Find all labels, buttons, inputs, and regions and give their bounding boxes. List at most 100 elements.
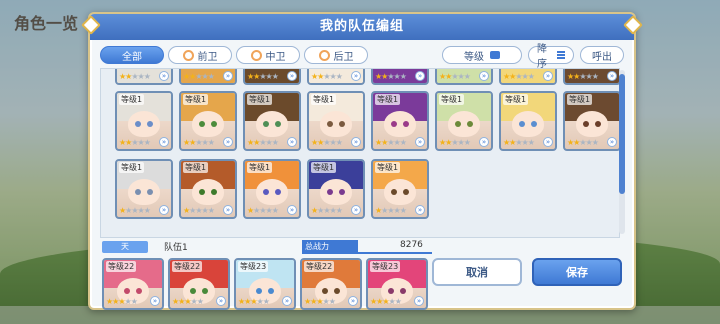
star-rating: ★★★★★ bbox=[106, 297, 138, 306]
eye bbox=[388, 288, 394, 294]
character-card[interactable]: 等级1 ★★★★★ » bbox=[115, 91, 173, 151]
modal-title: 我的队伍编组 bbox=[319, 19, 404, 34]
middle-position-icon bbox=[250, 49, 262, 61]
rank-up-arrow-icon: » bbox=[159, 205, 169, 215]
team-member-card[interactable]: 等级22 ★★★★★ » bbox=[300, 258, 362, 310]
save-button[interactable]: 保存 bbox=[532, 258, 622, 286]
character-level: 等级1 bbox=[503, 94, 529, 105]
character-card[interactable]: 等级1 ★★★★★ » bbox=[563, 91, 619, 151]
character-level: 等级1 bbox=[183, 162, 209, 173]
character-level: 等级1 bbox=[247, 94, 273, 105]
star-rating: ★★★★★ bbox=[247, 206, 279, 215]
team-member-card[interactable]: 等级22 ★★★★★ » bbox=[102, 258, 164, 310]
star-rating: ★★★★★ bbox=[567, 72, 599, 81]
team-formation-modal: 我的队伍编组 全部 前卫 中卫 后卫 等级 降序 呼出 ★★★★★ » ★★★★… bbox=[81, 12, 643, 310]
sort-type-icon bbox=[490, 51, 500, 59]
eye bbox=[519, 121, 525, 127]
eye bbox=[391, 189, 397, 195]
call-out-button[interactable]: 呼出 bbox=[580, 46, 624, 64]
character-card[interactable]: 等级1 ★★★★★ » bbox=[179, 91, 237, 151]
team-tag: 天 bbox=[102, 241, 148, 253]
eye bbox=[595, 121, 601, 127]
sort-by-button[interactable]: 等级 bbox=[442, 46, 522, 64]
eye bbox=[147, 121, 153, 127]
rank-up-arrow-icon: » bbox=[159, 137, 169, 147]
character-face bbox=[128, 111, 160, 137]
star-rating: ★★★★★ bbox=[503, 72, 535, 81]
character-card-partial[interactable]: ★★★★★ » bbox=[243, 69, 301, 85]
character-card[interactable]: 等级1 ★★★★★ » bbox=[371, 159, 429, 219]
character-card[interactable]: 等级1 ★★★★★ » bbox=[243, 91, 301, 151]
tab-middle[interactable]: 中卫 bbox=[236, 46, 300, 64]
character-level: 等级1 bbox=[247, 162, 273, 173]
character-card[interactable]: 等级1 ★★★★★ » bbox=[307, 91, 365, 151]
team-member-card[interactable]: 等级23 ★★★★★ » bbox=[234, 258, 296, 310]
star-rating: ★★★★★ bbox=[183, 138, 215, 147]
eye bbox=[583, 121, 589, 127]
eye bbox=[339, 121, 345, 127]
rank-up-arrow-icon: » bbox=[287, 71, 297, 81]
character-card[interactable]: 等级1 ★★★★★ » bbox=[243, 159, 301, 219]
eye bbox=[403, 121, 409, 127]
star-rating: ★★★★★ bbox=[304, 297, 336, 306]
character-card-partial[interactable]: ★★★★★ » bbox=[307, 69, 365, 85]
eye bbox=[202, 288, 208, 294]
team-member-card[interactable]: 等级22 ★★★★★ » bbox=[168, 258, 230, 310]
character-level: 等级1 bbox=[311, 94, 337, 105]
character-level: 等级23 bbox=[370, 261, 401, 272]
tab-back[interactable]: 后卫 bbox=[304, 46, 368, 64]
call-out-label: 呼出 bbox=[592, 51, 612, 63]
character-card[interactable]: 等级1 ★★★★★ » bbox=[371, 91, 429, 151]
tab-front[interactable]: 前卫 bbox=[168, 46, 232, 64]
rank-up-arrow-icon: » bbox=[543, 137, 553, 147]
eye bbox=[327, 121, 333, 127]
character-face bbox=[128, 179, 160, 205]
character-card-partial[interactable]: ★★★★★ » bbox=[371, 69, 429, 85]
rank-up-arrow-icon: » bbox=[479, 137, 489, 147]
total-power-value: 8276 bbox=[400, 240, 423, 250]
position-filter-tabs: 全部 前卫 中卫 后卫 bbox=[100, 46, 368, 64]
rank-up-arrow-icon: » bbox=[287, 205, 297, 215]
star-rating: ★★★★★ bbox=[247, 72, 279, 81]
character-face bbox=[192, 111, 224, 137]
sort-order-button[interactable]: 降序 bbox=[528, 44, 574, 70]
star-rating: ★★★★★ bbox=[375, 206, 407, 215]
back-position-icon bbox=[318, 49, 330, 61]
rank-up-arrow-icon: » bbox=[287, 137, 297, 147]
star-rating: ★★★★★ bbox=[375, 72, 407, 81]
grid-scrollbar[interactable] bbox=[619, 70, 625, 234]
eye bbox=[211, 121, 217, 127]
star-rating: ★★★★★ bbox=[119, 72, 151, 81]
character-level: 等级23 bbox=[238, 261, 269, 272]
eye bbox=[124, 288, 130, 294]
character-card[interactable]: 等级1 ★★★★★ » bbox=[115, 159, 173, 219]
modal-header: 我的队伍编组 bbox=[90, 14, 634, 40]
character-card-partial[interactable]: ★★★★★ » bbox=[563, 69, 619, 85]
star-rating: ★★★★★ bbox=[119, 206, 151, 215]
rank-up-arrow-icon: » bbox=[159, 71, 169, 81]
power-divider bbox=[302, 252, 432, 254]
team-member-card[interactable]: 等级23 ★★★★★ » bbox=[366, 258, 428, 310]
cancel-button[interactable]: 取消 bbox=[432, 258, 522, 286]
rank-up-arrow-icon: » bbox=[351, 137, 361, 147]
character-level: 等级1 bbox=[375, 94, 401, 105]
character-card[interactable]: 等级1 ★★★★★ » bbox=[307, 159, 365, 219]
character-card-partial[interactable]: ★★★★★ » bbox=[115, 69, 173, 85]
rank-up-arrow-icon: » bbox=[479, 71, 489, 81]
eye bbox=[455, 121, 461, 127]
character-card[interactable]: 等级1 ★★★★★ » bbox=[435, 91, 493, 151]
character-card[interactable]: 等级1 ★★★★★ » bbox=[179, 159, 237, 219]
front-position-icon bbox=[182, 49, 194, 61]
eye bbox=[531, 121, 537, 127]
rank-up-arrow-icon: » bbox=[351, 71, 361, 81]
character-card-partial[interactable]: ★★★★★ » bbox=[435, 69, 493, 85]
tab-all[interactable]: 全部 bbox=[100, 46, 164, 64]
tab-label: 全部 bbox=[122, 51, 142, 63]
character-level: 等级1 bbox=[119, 94, 145, 105]
scroll-thumb[interactable] bbox=[619, 74, 625, 194]
character-card[interactable]: 等级1 ★★★★★ » bbox=[499, 91, 557, 151]
eye bbox=[339, 189, 345, 195]
character-card-partial[interactable]: ★★★★★ » bbox=[499, 69, 557, 85]
star-rating: ★★★★★ bbox=[439, 72, 471, 81]
character-card-partial[interactable]: ★★★★★ » bbox=[179, 69, 237, 85]
